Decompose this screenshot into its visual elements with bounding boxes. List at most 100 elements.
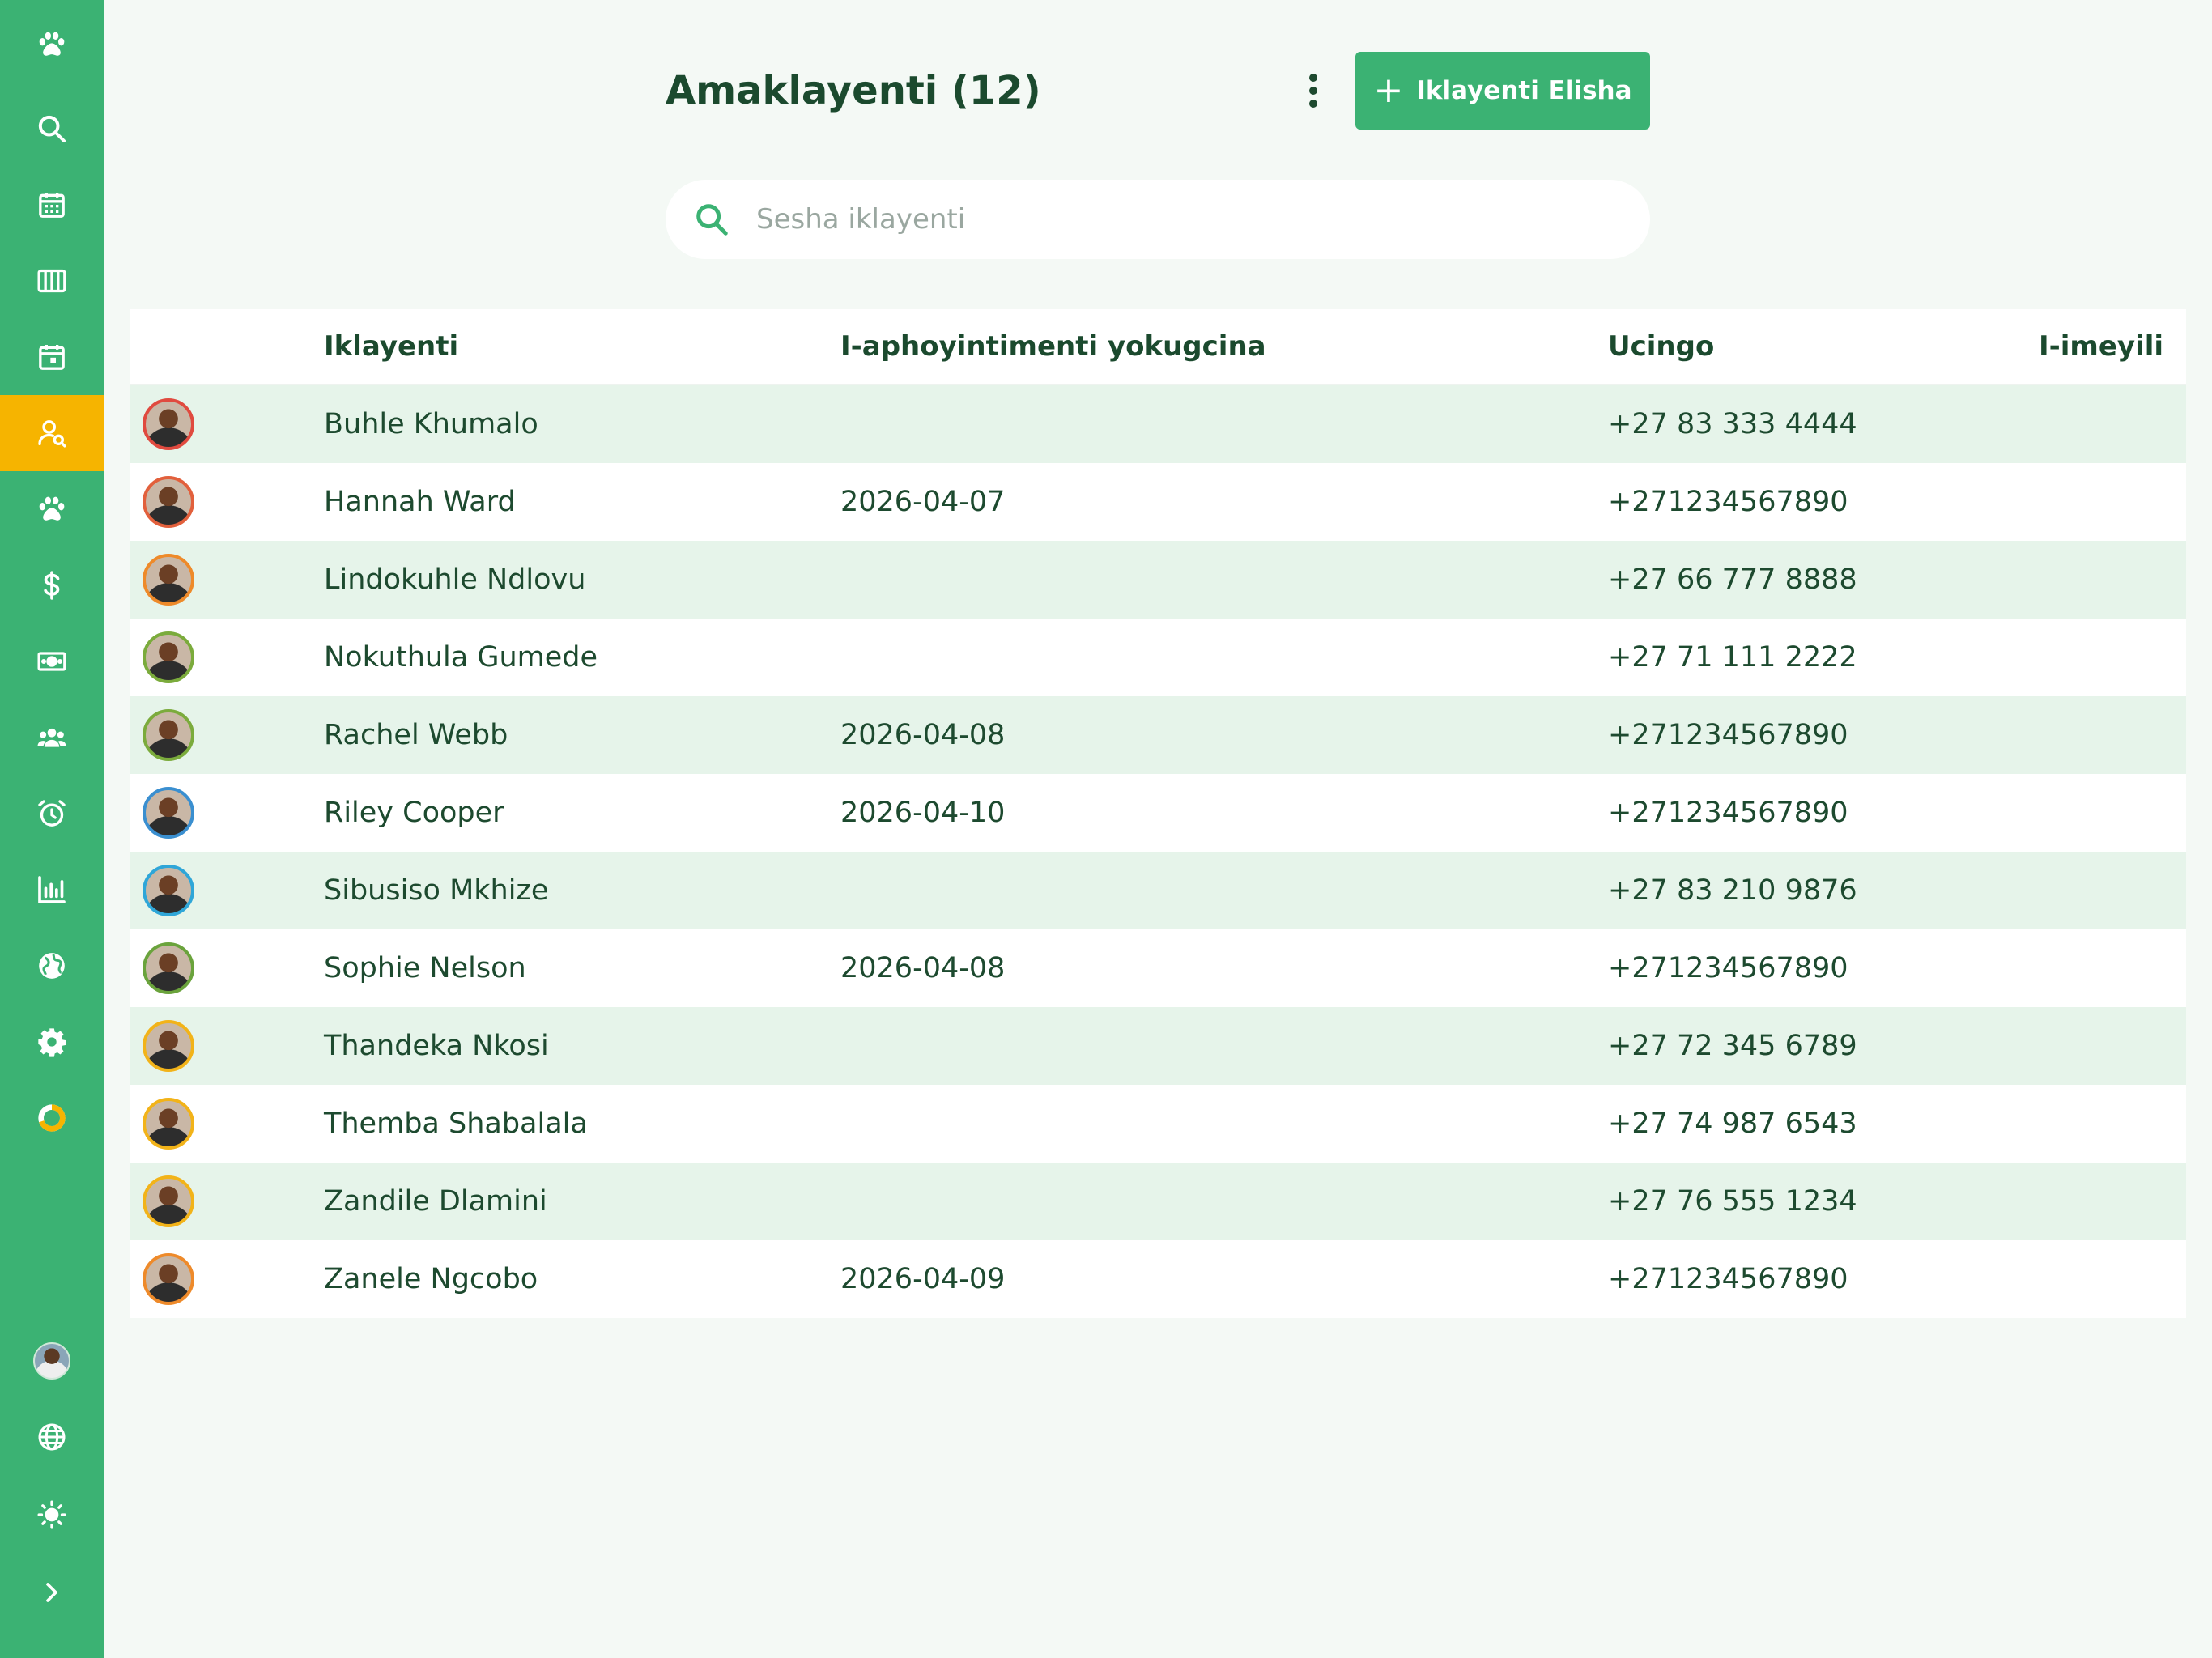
sidebar-user-profile[interactable] xyxy=(0,1323,104,1399)
sidebar-item-progress[interactable] xyxy=(0,1080,104,1156)
client-name: Buhle Khumalo xyxy=(324,408,538,440)
sidebar-item-payments[interactable] xyxy=(0,623,104,699)
client-name: Sophie Nelson xyxy=(324,952,526,984)
sidebar-item-day[interactable] xyxy=(0,319,104,395)
sidebar-language[interactable] xyxy=(0,1399,104,1475)
client-avatar xyxy=(143,709,194,761)
add-client-button-label: Iklayenti Elisha xyxy=(1416,76,1632,105)
main-content: Amaklayenti (12) + Iklayenti Elisha Ikla… xyxy=(104,0,2212,1658)
users-icon xyxy=(37,728,66,747)
table-row[interactable]: Buhle Khumalo +27 83 333 4444 xyxy=(130,385,2186,463)
chevron-right-icon xyxy=(46,1583,57,1602)
client-avatar xyxy=(143,1020,194,1072)
table-row[interactable]: Thandeka Nkosi +27 72 345 6789 xyxy=(130,1007,2186,1085)
calendar-icon xyxy=(39,193,65,218)
last-appointment: 2026-04-10 xyxy=(840,797,1006,829)
client-phone: +27 83 333 4444 xyxy=(1608,408,1857,440)
sidebar-item-team[interactable] xyxy=(0,699,104,776)
client-name: Zandile Dlamini xyxy=(324,1185,547,1218)
client-phone: +27 72 345 6789 xyxy=(1608,1030,1857,1062)
progress-ring-icon xyxy=(38,1104,66,1132)
table-row[interactable]: Sibusiso Mkhize +27 83 210 9876 xyxy=(130,852,2186,929)
banknote-icon xyxy=(37,652,66,671)
client-name: Riley Cooper xyxy=(324,797,504,829)
client-name: Lindokuhle Ndlovu xyxy=(324,563,586,596)
table-row[interactable]: Lindokuhle Ndlovu +27 66 777 8888 xyxy=(130,541,2186,619)
sidebar-item-reminders[interactable] xyxy=(0,776,104,852)
client-phone: +271234567890 xyxy=(1608,486,1848,518)
sidebar-item-pets[interactable] xyxy=(0,471,104,547)
last-appointment: 2026-04-08 xyxy=(840,952,1006,984)
client-phone: +271234567890 xyxy=(1608,797,1848,829)
more-vertical-icon xyxy=(1309,74,1317,108)
last-appointment: 2026-04-09 xyxy=(840,1263,1006,1295)
column-header-phone[interactable]: Ucingo xyxy=(1608,309,1714,384)
client-avatar xyxy=(143,631,194,683)
more-options-button[interactable] xyxy=(1291,65,1336,117)
gear-icon xyxy=(38,1028,66,1057)
search-bar[interactable] xyxy=(666,180,1650,259)
table-row[interactable]: Themba Shabalala +27 74 987 6543 xyxy=(130,1085,2186,1163)
table-row[interactable]: Zandile Dlamini +27 76 555 1234 xyxy=(130,1163,2186,1240)
client-phone: +27 71 111 2222 xyxy=(1608,641,1857,674)
table-row[interactable]: Hannah Ward 2026-04-07 +271234567890 xyxy=(130,463,2186,541)
language-globe-icon xyxy=(38,1423,66,1451)
client-name: Themba Shabalala xyxy=(324,1107,588,1140)
sidebar-item-sales[interactable] xyxy=(0,547,104,623)
table-body: Buhle Khumalo +27 83 333 4444 Hannah Ward 2… xyxy=(130,385,2186,1318)
client-name: Sibusiso Mkhize xyxy=(324,874,549,907)
sidebar-item-home[interactable] xyxy=(0,6,104,83)
columns-icon xyxy=(37,269,66,293)
search-icon xyxy=(38,115,66,142)
globe-icon xyxy=(39,953,65,979)
client-phone: +27 66 777 8888 xyxy=(1608,563,1857,596)
client-avatar xyxy=(143,554,194,606)
sidebar-item-board[interactable] xyxy=(0,243,104,319)
client-avatar xyxy=(143,1175,194,1227)
search-icon xyxy=(696,204,728,236)
client-name: Rachel Webb xyxy=(324,719,508,751)
sidebar-item-calendar[interactable] xyxy=(0,167,104,243)
client-phone: +27 83 210 9876 xyxy=(1608,874,1857,907)
sidebar-item-search[interactable] xyxy=(0,91,104,167)
client-avatar xyxy=(143,942,194,994)
page-title: Amaklayenti (12) xyxy=(666,68,1041,113)
client-phone: +271234567890 xyxy=(1608,719,1848,751)
column-header-last-appointment[interactable]: I-aphoyintimenti yokugcina xyxy=(840,309,1266,384)
paw-icon xyxy=(39,496,65,521)
sidebar xyxy=(0,0,104,1658)
sidebar-item-clients[interactable] xyxy=(0,395,104,471)
client-avatar xyxy=(143,1098,194,1150)
table-row[interactable]: Riley Cooper 2026-04-10 +271234567890 xyxy=(130,774,2186,852)
user-search-icon xyxy=(38,420,66,448)
column-header-email[interactable]: I-imeyili xyxy=(2039,309,2163,384)
table-row[interactable]: Nokuthula Gumede +27 71 111 2222 xyxy=(130,619,2186,696)
user-avatar xyxy=(33,1342,70,1380)
search-input[interactable] xyxy=(755,202,1608,236)
table-row[interactable]: Sophie Nelson 2026-04-08 +271234567890 xyxy=(130,929,2186,1007)
sidebar-item-online[interactable] xyxy=(0,928,104,1004)
column-header-client[interactable]: Iklayenti xyxy=(324,309,458,384)
client-phone: +271234567890 xyxy=(1608,952,1848,984)
clients-table: Iklayenti I-aphoyintimenti yokugcina Uci… xyxy=(130,309,2186,1318)
last-appointment: 2026-04-07 xyxy=(840,486,1006,518)
sidebar-item-settings[interactable] xyxy=(0,1004,104,1080)
last-appointment: 2026-04-08 xyxy=(840,719,1006,751)
client-avatar xyxy=(143,398,194,450)
table-row[interactable]: Zanele Ngcobo 2026-04-09 +271234567890 xyxy=(130,1240,2186,1318)
paw-icon xyxy=(39,32,65,56)
sidebar-theme-toggle[interactable] xyxy=(0,1477,104,1553)
table-row[interactable]: Rachel Webb 2026-04-08 +271234567890 xyxy=(130,696,2186,774)
client-name: Nokuthula Gumede xyxy=(324,641,598,674)
sidebar-expand[interactable] xyxy=(0,1554,104,1630)
client-phone: +271234567890 xyxy=(1608,1263,1848,1295)
client-name: Hannah Ward xyxy=(324,486,516,518)
client-phone: +27 74 987 6543 xyxy=(1608,1107,1857,1140)
alarm-clock-icon xyxy=(38,800,66,827)
sidebar-item-reports[interactable] xyxy=(0,852,104,928)
add-client-button[interactable]: + Iklayenti Elisha xyxy=(1355,52,1650,130)
client-phone: +27 76 555 1234 xyxy=(1608,1185,1857,1218)
client-avatar xyxy=(143,865,194,916)
client-name: Thandeka Nkosi xyxy=(324,1030,549,1062)
plus-icon: + xyxy=(1373,70,1404,111)
